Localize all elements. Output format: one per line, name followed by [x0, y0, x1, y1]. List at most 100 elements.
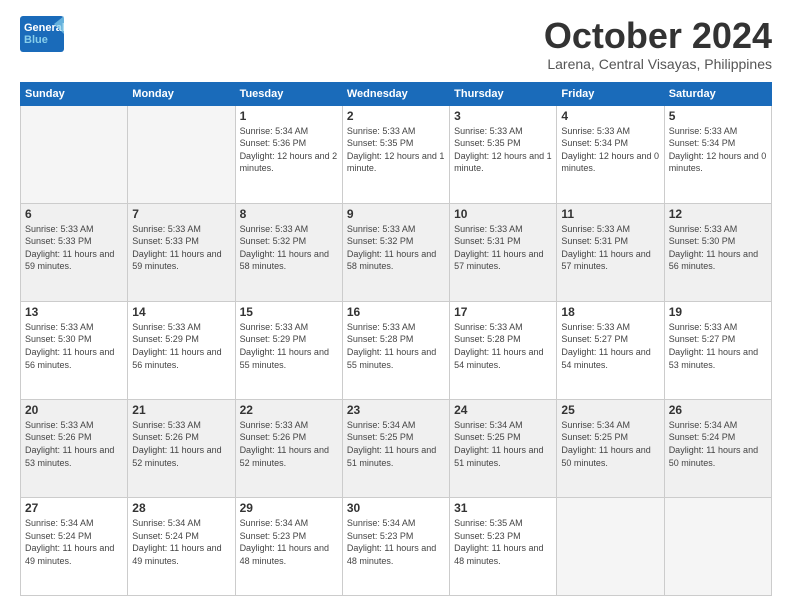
day-info: Sunrise: 5:33 AMSunset: 5:28 PMDaylight:…: [454, 321, 552, 371]
header-saturday: Saturday: [664, 82, 771, 105]
day-number: 4: [561, 109, 659, 123]
day-number: 16: [347, 305, 445, 319]
day-number: 12: [669, 207, 767, 221]
day-info: Sunrise: 5:33 AMSunset: 5:31 PMDaylight:…: [561, 223, 659, 273]
table-cell: 27 Sunrise: 5:34 AMSunset: 5:24 PMDayligh…: [21, 497, 128, 595]
day-info: Sunrise: 5:33 AMSunset: 5:26 PMDaylight:…: [240, 419, 338, 469]
table-cell: 12 Sunrise: 5:33 AMSunset: 5:30 PMDayligh…: [664, 203, 771, 301]
day-info: Sunrise: 5:33 AMSunset: 5:28 PMDaylight:…: [347, 321, 445, 371]
table-cell: 15 Sunrise: 5:33 AMSunset: 5:29 PMDayligh…: [235, 301, 342, 399]
header-monday: Monday: [128, 82, 235, 105]
day-number: 5: [669, 109, 767, 123]
day-info: Sunrise: 5:33 AMSunset: 5:35 PMDaylight:…: [454, 125, 552, 175]
day-number: 25: [561, 403, 659, 417]
day-number: 10: [454, 207, 552, 221]
table-cell: 18 Sunrise: 5:33 AMSunset: 5:27 PMDayligh…: [557, 301, 664, 399]
day-info: Sunrise: 5:33 AMSunset: 5:27 PMDaylight:…: [669, 321, 767, 371]
day-info: Sunrise: 5:33 AMSunset: 5:34 PMDaylight:…: [561, 125, 659, 175]
day-number: 17: [454, 305, 552, 319]
table-cell: [21, 105, 128, 203]
table-cell: [664, 497, 771, 595]
day-number: 23: [347, 403, 445, 417]
day-info: Sunrise: 5:34 AMSunset: 5:25 PMDaylight:…: [347, 419, 445, 469]
day-info: Sunrise: 5:34 AMSunset: 5:24 PMDaylight:…: [669, 419, 767, 469]
day-info: Sunrise: 5:33 AMSunset: 5:27 PMDaylight:…: [561, 321, 659, 371]
day-number: 20: [25, 403, 123, 417]
header-tuesday: Tuesday: [235, 82, 342, 105]
table-cell: 20Sunrise: 5:33 AMSunset: 5:26 PMDayligh…: [21, 399, 128, 497]
day-number: 18: [561, 305, 659, 319]
day-info: Sunrise: 5:33 AMSunset: 5:35 PMDaylight:…: [347, 125, 445, 175]
table-cell: [128, 105, 235, 203]
page: General Blue October 2024 Larena, Centra…: [0, 0, 792, 612]
day-info: Sunrise: 5:33 AMSunset: 5:33 PMDaylight:…: [25, 223, 123, 273]
table-cell: 23 Sunrise: 5:34 AMSunset: 5:25 PMDayligh…: [342, 399, 449, 497]
table-cell: 6 Sunrise: 5:33 AMSunset: 5:33 PMDaylight…: [21, 203, 128, 301]
header: General Blue October 2024 Larena, Centra…: [20, 16, 772, 72]
table-cell: 1Sunrise: 5:34 AMSunset: 5:36 PMDaylight…: [235, 105, 342, 203]
calendar-row: 13 Sunrise: 5:33 AMSunset: 5:30 PMDayligh…: [21, 301, 772, 399]
table-cell: 3 Sunrise: 5:33 AMSunset: 5:35 PMDaylight…: [450, 105, 557, 203]
table-cell: 2 Sunrise: 5:33 AMSunset: 5:35 PMDaylight…: [342, 105, 449, 203]
table-cell: 24Sunrise: 5:34 AMSunset: 5:25 PMDayligh…: [450, 399, 557, 497]
day-number: 15: [240, 305, 338, 319]
day-info: Sunrise: 5:33 AMSunset: 5:33 PMDaylight:…: [132, 223, 230, 273]
day-number: 30: [347, 501, 445, 515]
day-number: 14: [132, 305, 230, 319]
logo: General Blue: [20, 16, 64, 52]
header-sunday: Sunday: [21, 82, 128, 105]
weekday-header-row: Sunday Monday Tuesday Wednesday Thursday…: [21, 82, 772, 105]
day-number: 6: [25, 207, 123, 221]
month-title: October 2024: [544, 16, 772, 56]
calendar-row: 20 Sunrise: 5:33 AMSunset: 5:26 PMDayligh…: [21, 399, 772, 497]
calendar-row: 27 Sunrise: 5:34 AMSunset: 5:24 PMDayligh…: [21, 497, 772, 595]
day-number: 26: [669, 403, 767, 417]
day-info: Sunrise: 5:33 AMSunset: 5:30 PMDaylight:…: [25, 321, 123, 371]
day-number: 27: [25, 501, 123, 515]
table-cell: 19Sunrise: 5:33 AMSunset: 5:27 PMDayligh…: [664, 301, 771, 399]
day-info: Sunrise: 5:34 AMSunset: 5:23 PMDaylight:…: [347, 517, 445, 567]
day-info: Sunrise: 5:34 AMSunset: 5:24 PMDaylight:…: [132, 517, 230, 567]
day-number: 11: [561, 207, 659, 221]
day-info: Sunrise: 5:33 AMSunset: 5:32 PMDaylight:…: [347, 223, 445, 273]
table-cell: 7Sunrise: 5:33 AMSunset: 5:33 PMDaylight…: [128, 203, 235, 301]
table-cell: 26 Sunrise: 5:34 AMSunset: 5:24 PMDayligh…: [664, 399, 771, 497]
day-info: Sunrise: 5:33 AMSunset: 5:26 PMDaylight:…: [132, 419, 230, 469]
table-cell: 17 Sunrise: 5:33 AMSunset: 5:28 PMDayligh…: [450, 301, 557, 399]
table-cell: 14Sunrise: 5:33 AMSunset: 5:29 PMDayligh…: [128, 301, 235, 399]
day-number: 8: [240, 207, 338, 221]
table-cell: 31 Sunrise: 5:35 AMSunset: 5:23 PMDayligh…: [450, 497, 557, 595]
day-info: Sunrise: 5:33 AMSunset: 5:32 PMDaylight:…: [240, 223, 338, 273]
day-info: Sunrise: 5:33 AMSunset: 5:34 PMDaylight:…: [669, 125, 767, 175]
table-cell: 29 Sunrise: 5:34 AMSunset: 5:23 PMDayligh…: [235, 497, 342, 595]
table-cell: 28 Sunrise: 5:34 AMSunset: 5:24 PMDayligh…: [128, 497, 235, 595]
day-info: Sunrise: 5:33 AMSunset: 5:30 PMDaylight:…: [669, 223, 767, 273]
day-number: 13: [25, 305, 123, 319]
calendar-row: 1Sunrise: 5:34 AMSunset: 5:36 PMDaylight…: [21, 105, 772, 203]
day-info: Sunrise: 5:34 AMSunset: 5:25 PMDaylight:…: [454, 419, 552, 469]
table-cell: 16 Sunrise: 5:33 AMSunset: 5:28 PMDayligh…: [342, 301, 449, 399]
day-info: Sunrise: 5:33 AMSunset: 5:29 PMDaylight:…: [240, 321, 338, 371]
day-number: 2: [347, 109, 445, 123]
day-number: 22: [240, 403, 338, 417]
table-cell: 5 Sunrise: 5:33 AMSunset: 5:34 PMDaylight…: [664, 105, 771, 203]
table-cell: 30 Sunrise: 5:34 AMSunset: 5:23 PMDayligh…: [342, 497, 449, 595]
day-number: 9: [347, 207, 445, 221]
day-info: Sunrise: 5:33 AMSunset: 5:31 PMDaylight:…: [454, 223, 552, 273]
day-info: Sunrise: 5:34 AMSunset: 5:24 PMDaylight:…: [25, 517, 123, 567]
day-number: 1: [240, 109, 338, 123]
day-number: 31: [454, 501, 552, 515]
day-number: 28: [132, 501, 230, 515]
table-cell: 13 Sunrise: 5:33 AMSunset: 5:30 PMDayligh…: [21, 301, 128, 399]
day-info: Sunrise: 5:34 AMSunset: 5:23 PMDaylight:…: [240, 517, 338, 567]
day-number: 29: [240, 501, 338, 515]
header-wednesday: Wednesday: [342, 82, 449, 105]
table-cell: 22 Sunrise: 5:33 AMSunset: 5:26 PMDayligh…: [235, 399, 342, 497]
svg-text:Blue: Blue: [24, 34, 48, 46]
title-section: October 2024 Larena, Central Visayas, Ph…: [544, 16, 772, 72]
table-cell: 4 Sunrise: 5:33 AMSunset: 5:34 PMDaylight…: [557, 105, 664, 203]
day-number: 3: [454, 109, 552, 123]
header-friday: Friday: [557, 82, 664, 105]
day-info: Sunrise: 5:35 AMSunset: 5:23 PMDaylight:…: [454, 517, 552, 567]
calendar-row: 6 Sunrise: 5:33 AMSunset: 5:33 PMDaylight…: [21, 203, 772, 301]
